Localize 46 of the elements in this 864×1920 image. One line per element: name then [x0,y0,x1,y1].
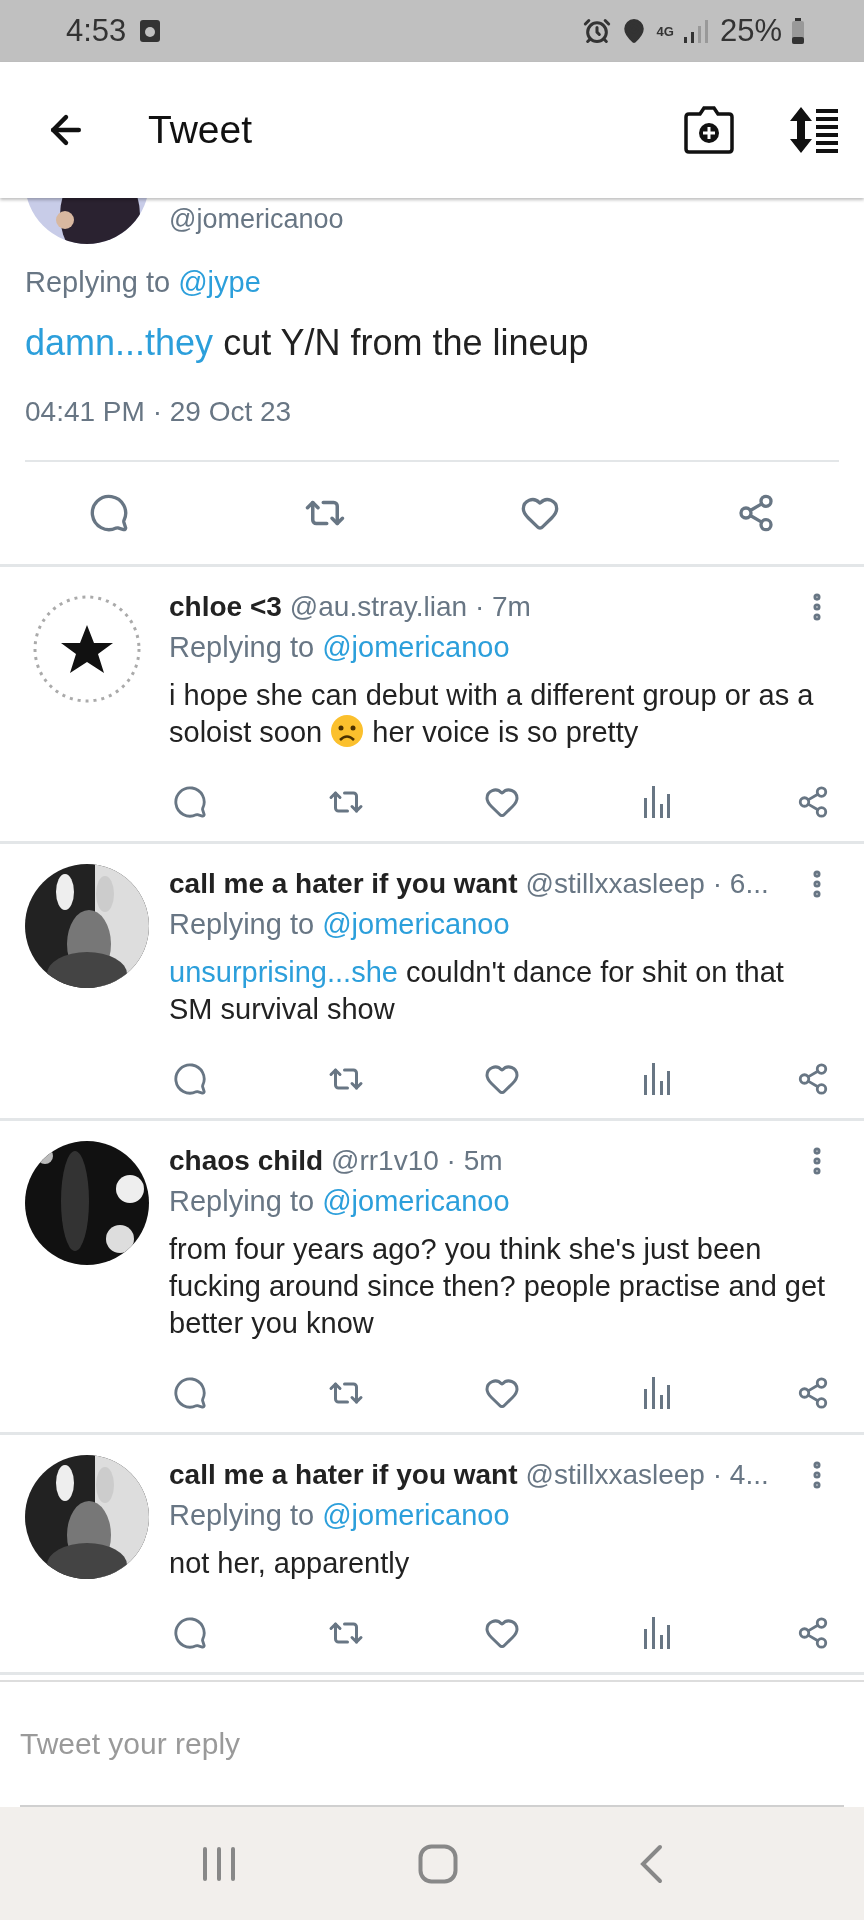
link[interactable]: damn...they [25,322,214,363]
home-icon[interactable] [418,1843,458,1884]
user-handle: @au.stray.lian · 7m [289,591,531,623]
user-handle: @jomericanoo [169,204,344,235]
tweet-text: i hope she can debut with a different group or as a soloist soon her voice is so pretty [169,678,815,750]
replying-label: Replying to [25,266,171,298]
tweet-text: unsurprising...she couldn't dance for shit on that SM survival show [169,955,785,1027]
user-handle: @rr1v10 · 5m [331,1145,503,1177]
replying-label: Replying to [169,631,315,663]
views-icon [643,1063,672,1095]
replying-label: Replying to [169,908,315,940]
tweet-text: damn...they cut Y/N from the lineup [25,321,590,365]
user-name: call me a hater if you want [169,868,518,900]
user-name: chloe <3 [169,591,282,623]
back-nav-icon[interactable] [639,1843,664,1884]
mention-link[interactable]: @jomericanoo [322,631,510,663]
sort-icon[interactable] [790,107,838,153]
views-icon [643,1617,672,1649]
replying-label: Replying to [169,1185,315,1217]
tweet-text: not her, apparently [169,1546,411,1581]
user-handle: @stillxxasleep · 4... [525,1459,769,1491]
replying-label: Replying to [169,1499,315,1531]
signal-icon [683,19,710,43]
reply-icon[interactable] [88,492,130,534]
tweet-timestamp: 04:41 PM · 29 Oct 23 [25,396,293,428]
recent-apps-icon[interactable] [200,1844,237,1883]
camera-plus-icon[interactable] [684,106,734,154]
tweet-text: from four years ago? you think she's just been fucking around since then? people practise and get better you know [169,1232,827,1341]
link[interactable]: unsurprising...she [169,956,398,988]
mention-link[interactable]: @jomericanoo [322,1185,510,1217]
alarm-icon [582,17,611,45]
user-name: call me a hater if you want [169,1459,518,1491]
user-handle: @stillxxasleep · 6... [525,868,769,900]
mention-link[interactable]: @jomericanoo [322,908,510,940]
mention-link[interactable]: @jomericanoo [322,1499,510,1531]
calendar-icon [140,20,161,42]
page-title: Tweet [148,108,253,152]
views-icon [643,1377,672,1409]
battery-level: 25% [719,13,782,49]
status-time: 4:53 [66,13,127,49]
worried-face-icon [330,714,365,748]
views-icon [643,786,672,818]
battery-icon [792,18,804,44]
user-name: chaos child [169,1145,324,1177]
mention-link[interactable]: @jype [178,266,261,298]
network-type: 4G [656,24,674,38]
